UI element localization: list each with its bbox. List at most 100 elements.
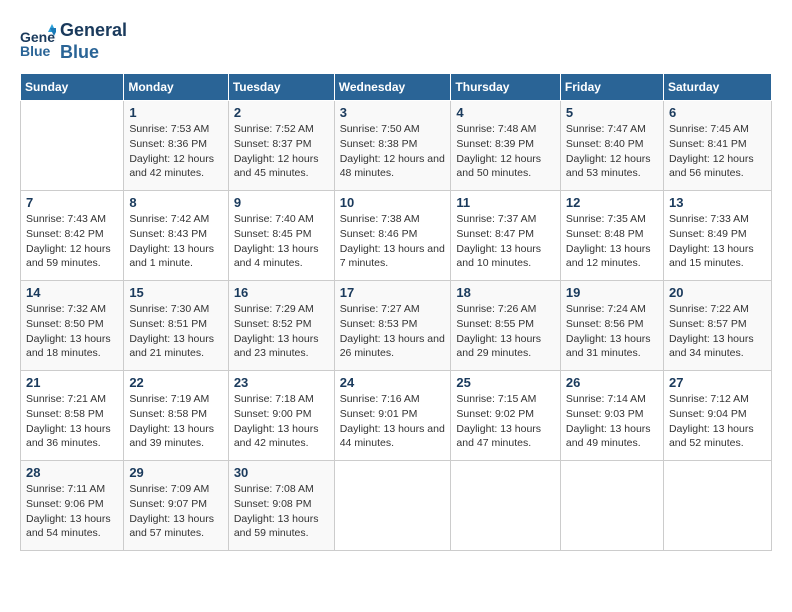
day-info: Sunrise: 7:52 AM Sunset: 8:37 PM Dayligh… bbox=[234, 122, 329, 181]
calendar-cell: 19 Sunrise: 7:24 AM Sunset: 8:56 PM Dayl… bbox=[560, 281, 663, 371]
day-number: 4 bbox=[456, 105, 555, 120]
day-info: Sunrise: 7:40 AM Sunset: 8:45 PM Dayligh… bbox=[234, 212, 329, 271]
day-number: 9 bbox=[234, 195, 329, 210]
calendar-cell: 8 Sunrise: 7:42 AM Sunset: 8:43 PM Dayli… bbox=[124, 191, 228, 281]
day-number: 3 bbox=[340, 105, 446, 120]
calendar-cell: 28 Sunrise: 7:11 AM Sunset: 9:06 PM Dayl… bbox=[21, 461, 124, 551]
sunrise-time: Sunrise: 7:53 AM bbox=[129, 123, 209, 135]
weekday-header-thursday: Thursday bbox=[451, 74, 561, 101]
calendar-week-row: 1 Sunrise: 7:53 AM Sunset: 8:36 PM Dayli… bbox=[21, 101, 772, 191]
sunrise-time: Sunrise: 7:08 AM bbox=[234, 483, 314, 495]
calendar-cell: 5 Sunrise: 7:47 AM Sunset: 8:40 PM Dayli… bbox=[560, 101, 663, 191]
day-info: Sunrise: 7:27 AM Sunset: 8:53 PM Dayligh… bbox=[340, 302, 446, 361]
day-number: 14 bbox=[26, 285, 118, 300]
calendar-cell: 22 Sunrise: 7:19 AM Sunset: 8:58 PM Dayl… bbox=[124, 371, 228, 461]
calendar-cell: 12 Sunrise: 7:35 AM Sunset: 8:48 PM Dayl… bbox=[560, 191, 663, 281]
day-info: Sunrise: 7:43 AM Sunset: 8:42 PM Dayligh… bbox=[26, 212, 118, 271]
weekday-header-friday: Friday bbox=[560, 74, 663, 101]
day-number: 6 bbox=[669, 105, 766, 120]
daylight-hours: Daylight: 13 hours and 42 minutes. bbox=[234, 423, 319, 450]
day-number: 28 bbox=[26, 465, 118, 480]
day-info: Sunrise: 7:21 AM Sunset: 8:58 PM Dayligh… bbox=[26, 392, 118, 451]
sunrise-time: Sunrise: 7:09 AM bbox=[129, 483, 209, 495]
daylight-hours: Daylight: 13 hours and 36 minutes. bbox=[26, 423, 111, 450]
day-info: Sunrise: 7:50 AM Sunset: 8:38 PM Dayligh… bbox=[340, 122, 446, 181]
sunrise-time: Sunrise: 7:11 AM bbox=[26, 483, 105, 495]
calendar-cell: 25 Sunrise: 7:15 AM Sunset: 9:02 PM Dayl… bbox=[451, 371, 561, 461]
sunrise-time: Sunrise: 7:47 AM bbox=[566, 123, 646, 135]
day-info: Sunrise: 7:45 AM Sunset: 8:41 PM Dayligh… bbox=[669, 122, 766, 181]
calendar-week-row: 28 Sunrise: 7:11 AM Sunset: 9:06 PM Dayl… bbox=[21, 461, 772, 551]
svg-text:Blue: Blue bbox=[20, 43, 51, 59]
day-number: 10 bbox=[340, 195, 446, 210]
calendar-cell: 9 Sunrise: 7:40 AM Sunset: 8:45 PM Dayli… bbox=[228, 191, 334, 281]
calendar-cell: 4 Sunrise: 7:48 AM Sunset: 8:39 PM Dayli… bbox=[451, 101, 561, 191]
daylight-hours: Daylight: 12 hours and 42 minutes. bbox=[129, 153, 214, 180]
sunset-time: Sunset: 9:06 PM bbox=[26, 498, 104, 510]
page-header: General Blue General Blue bbox=[20, 20, 772, 63]
sunset-time: Sunset: 9:01 PM bbox=[340, 408, 418, 420]
sunset-time: Sunset: 8:57 PM bbox=[669, 318, 747, 330]
sunset-time: Sunset: 8:56 PM bbox=[566, 318, 644, 330]
day-info: Sunrise: 7:15 AM Sunset: 9:02 PM Dayligh… bbox=[456, 392, 555, 451]
calendar-cell: 6 Sunrise: 7:45 AM Sunset: 8:41 PM Dayli… bbox=[663, 101, 771, 191]
sunset-time: Sunset: 8:48 PM bbox=[566, 228, 644, 240]
daylight-hours: Daylight: 13 hours and 52 minutes. bbox=[669, 423, 754, 450]
sunrise-time: Sunrise: 7:33 AM bbox=[669, 213, 749, 225]
calendar-cell bbox=[21, 101, 124, 191]
sunrise-time: Sunrise: 7:15 AM bbox=[456, 393, 536, 405]
sunrise-time: Sunrise: 7:42 AM bbox=[129, 213, 209, 225]
daylight-hours: Daylight: 13 hours and 31 minutes. bbox=[566, 333, 651, 360]
day-number: 23 bbox=[234, 375, 329, 390]
daylight-hours: Daylight: 13 hours and 49 minutes. bbox=[566, 423, 651, 450]
weekday-header-row: SundayMondayTuesdayWednesdayThursdayFrid… bbox=[21, 74, 772, 101]
sunrise-time: Sunrise: 7:48 AM bbox=[456, 123, 536, 135]
sunset-time: Sunset: 8:58 PM bbox=[26, 408, 104, 420]
day-info: Sunrise: 7:33 AM Sunset: 8:49 PM Dayligh… bbox=[669, 212, 766, 271]
day-info: Sunrise: 7:26 AM Sunset: 8:55 PM Dayligh… bbox=[456, 302, 555, 361]
weekday-header-monday: Monday bbox=[124, 74, 228, 101]
day-info: Sunrise: 7:29 AM Sunset: 8:52 PM Dayligh… bbox=[234, 302, 329, 361]
sunrise-time: Sunrise: 7:18 AM bbox=[234, 393, 314, 405]
sunset-time: Sunset: 9:03 PM bbox=[566, 408, 644, 420]
day-number: 18 bbox=[456, 285, 555, 300]
calendar-cell bbox=[560, 461, 663, 551]
day-number: 15 bbox=[129, 285, 222, 300]
day-number: 17 bbox=[340, 285, 446, 300]
logo-text-line1: General bbox=[60, 20, 127, 42]
calendar-cell: 26 Sunrise: 7:14 AM Sunset: 9:03 PM Dayl… bbox=[560, 371, 663, 461]
day-info: Sunrise: 7:42 AM Sunset: 8:43 PM Dayligh… bbox=[129, 212, 222, 271]
sunset-time: Sunset: 9:02 PM bbox=[456, 408, 534, 420]
day-info: Sunrise: 7:14 AM Sunset: 9:03 PM Dayligh… bbox=[566, 392, 658, 451]
sunrise-time: Sunrise: 7:16 AM bbox=[340, 393, 420, 405]
day-info: Sunrise: 7:47 AM Sunset: 8:40 PM Dayligh… bbox=[566, 122, 658, 181]
day-number: 16 bbox=[234, 285, 329, 300]
day-info: Sunrise: 7:16 AM Sunset: 9:01 PM Dayligh… bbox=[340, 392, 446, 451]
sunrise-time: Sunrise: 7:29 AM bbox=[234, 303, 314, 315]
day-number: 1 bbox=[129, 105, 222, 120]
sunrise-time: Sunrise: 7:35 AM bbox=[566, 213, 646, 225]
sunrise-time: Sunrise: 7:12 AM bbox=[669, 393, 749, 405]
daylight-hours: Daylight: 12 hours and 56 minutes. bbox=[669, 153, 754, 180]
daylight-hours: Daylight: 13 hours and 57 minutes. bbox=[129, 513, 214, 540]
calendar-cell: 10 Sunrise: 7:38 AM Sunset: 8:46 PM Dayl… bbox=[334, 191, 451, 281]
sunset-time: Sunset: 8:50 PM bbox=[26, 318, 104, 330]
daylight-hours: Daylight: 12 hours and 50 minutes. bbox=[456, 153, 541, 180]
daylight-hours: Daylight: 12 hours and 53 minutes. bbox=[566, 153, 651, 180]
day-number: 20 bbox=[669, 285, 766, 300]
calendar-table: SundayMondayTuesdayWednesdayThursdayFrid… bbox=[20, 73, 772, 551]
sunrise-time: Sunrise: 7:38 AM bbox=[340, 213, 420, 225]
day-number: 13 bbox=[669, 195, 766, 210]
daylight-hours: Daylight: 13 hours and 47 minutes. bbox=[456, 423, 541, 450]
calendar-cell: 18 Sunrise: 7:26 AM Sunset: 8:55 PM Dayl… bbox=[451, 281, 561, 371]
sunrise-time: Sunrise: 7:27 AM bbox=[340, 303, 420, 315]
calendar-cell: 16 Sunrise: 7:29 AM Sunset: 8:52 PM Dayl… bbox=[228, 281, 334, 371]
weekday-header-sunday: Sunday bbox=[21, 74, 124, 101]
day-info: Sunrise: 7:22 AM Sunset: 8:57 PM Dayligh… bbox=[669, 302, 766, 361]
sunrise-time: Sunrise: 7:45 AM bbox=[669, 123, 749, 135]
sunset-time: Sunset: 8:38 PM bbox=[340, 138, 418, 150]
sunrise-time: Sunrise: 7:43 AM bbox=[26, 213, 106, 225]
day-number: 26 bbox=[566, 375, 658, 390]
day-info: Sunrise: 7:24 AM Sunset: 8:56 PM Dayligh… bbox=[566, 302, 658, 361]
calendar-cell: 17 Sunrise: 7:27 AM Sunset: 8:53 PM Dayl… bbox=[334, 281, 451, 371]
